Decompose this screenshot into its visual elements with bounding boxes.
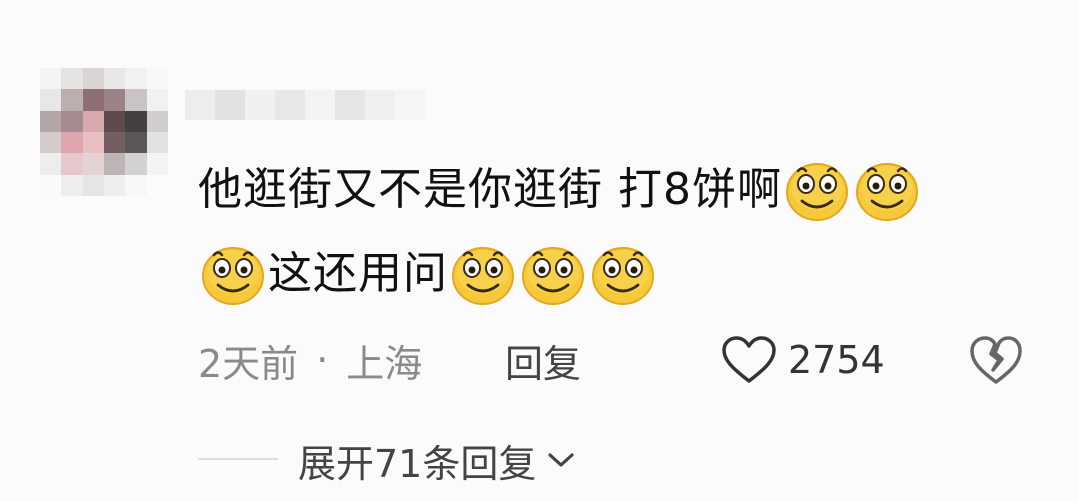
expand-replies-label: 展开71条回复 [298, 441, 537, 486]
reply-label: 回复 [505, 341, 582, 386]
avatar[interactable] [40, 68, 168, 196]
comment-meta: 2天前 · 上海 [198, 330, 422, 390]
grinning-face-icon [854, 157, 920, 223]
comment-line-1: 他逛街又不是你逛街 打8饼啊 [198, 148, 1038, 232]
comment-line-1-text: 他逛街又不是你逛街 打8饼啊 [198, 164, 782, 215]
reply-button[interactable]: 回复 [505, 330, 581, 390]
comment-time: 2天前 [198, 341, 299, 386]
username[interactable] [185, 90, 425, 120]
replies-divider [198, 458, 278, 460]
grinning-face-icon [520, 241, 586, 307]
comment-line-2: 这还用问 [198, 232, 1038, 316]
like-count: 2754 [788, 338, 885, 382]
comment-text: 他逛街又不是你逛街 打8饼啊 这还用问 [198, 148, 1038, 316]
chevron-down-icon [548, 453, 574, 467]
comment-line-2-text: 这还用问 [268, 248, 448, 299]
grinning-face-icon [450, 241, 516, 307]
grinning-face-icon [590, 241, 656, 307]
comment-location: 上海 [346, 341, 423, 386]
broken-heart-icon[interactable] [968, 332, 1024, 388]
grinning-face-icon [784, 157, 850, 223]
like-button[interactable]: 2754 [720, 330, 885, 390]
grinning-face-icon [200, 241, 266, 307]
expand-replies-button[interactable]: 展开71条回复 [298, 432, 576, 488]
meta-separator: · [316, 338, 329, 382]
comment-card: 他逛街又不是你逛街 打8饼啊 这还用问 2天前 · 上海 回复 2754 展开7… [0, 0, 1079, 501]
heart-outline-icon [722, 336, 776, 383]
